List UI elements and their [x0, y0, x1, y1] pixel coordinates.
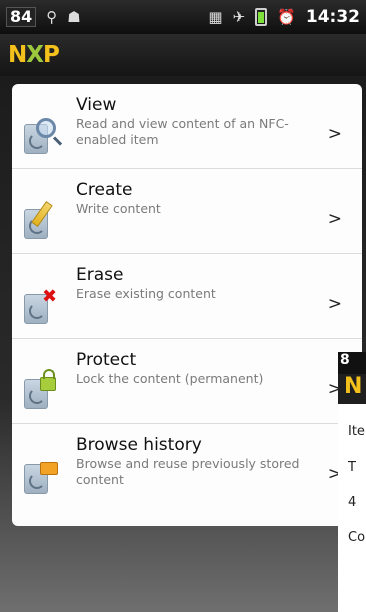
menu-item-title: Erase [76, 265, 124, 285]
status-bar: 84 ⚲ ☗ ▦ ✈ ⏰ 14:32 [0, 0, 366, 34]
battery-icon [255, 8, 268, 26]
menu-item-title: Browse history [76, 435, 202, 455]
menu-item-title: View [76, 95, 117, 115]
alarm-icon: ⏰ [277, 8, 296, 26]
menu-item-description: Erase existing content [76, 286, 216, 301]
view-tag-icon [22, 116, 62, 156]
app-title-bar: NXP [0, 34, 366, 76]
protect-tag-icon [22, 369, 62, 411]
create-tag-icon [22, 201, 62, 241]
overlapping-window: 8 N Ite T 4 Co [338, 352, 366, 612]
chevron-right-icon: > [327, 209, 342, 229]
menu-item-description: Browse and reuse previously stored conte… [76, 456, 300, 487]
menu-item-view[interactable]: View Read and view content of an NFC-ena… [12, 84, 362, 169]
clock-time: 14:32 [305, 7, 360, 27]
chevron-right-icon: > [327, 294, 342, 314]
action-menu: View Read and view content of an NFC-ena… [12, 84, 362, 526]
menu-item-create[interactable]: Create Write content > [12, 169, 362, 254]
android-icon: ☗ [67, 8, 81, 26]
overlay-text: Co [348, 530, 366, 545]
menu-item-title: Protect [76, 350, 137, 370]
overlay-status-bar: 8 [338, 352, 366, 374]
main-content: View Read and view content of an NFC-ena… [0, 76, 366, 612]
overlay-text: Ite [348, 424, 365, 439]
chevron-right-icon: > [327, 124, 342, 144]
overlay-text: T [348, 460, 356, 475]
signal-icon: ▦ [208, 8, 223, 26]
airplane-icon: ✈ [232, 8, 246, 26]
history-tag-icon [22, 456, 62, 496]
menu-item-title: Create [76, 180, 133, 200]
overlay-logo: N [338, 374, 366, 404]
menu-item-erase[interactable]: ✖ Erase Erase existing content > [12, 254, 362, 339]
menu-item-description: Write content [76, 201, 161, 216]
menu-item-description: Lock the content (permanent) [76, 371, 264, 386]
menu-item-protect[interactable]: Protect Lock the content (permanent) > [12, 339, 362, 424]
erase-tag-icon: ✖ [22, 286, 62, 326]
menu-item-description: Read and view content of an NFC-enabled … [76, 116, 289, 147]
usb-icon: ⚲ [46, 8, 58, 26]
notification-count-badge: 84 [6, 7, 37, 27]
menu-item-browse-history[interactable]: Browse history Browse and reuse previous… [12, 424, 362, 509]
nxp-logo: NXP [8, 42, 60, 68]
phone-screen: 84 ⚲ ☗ ▦ ✈ ⏰ 14:32 NXP View Read and vie… [0, 0, 366, 612]
overlay-text: 4 [348, 495, 357, 510]
